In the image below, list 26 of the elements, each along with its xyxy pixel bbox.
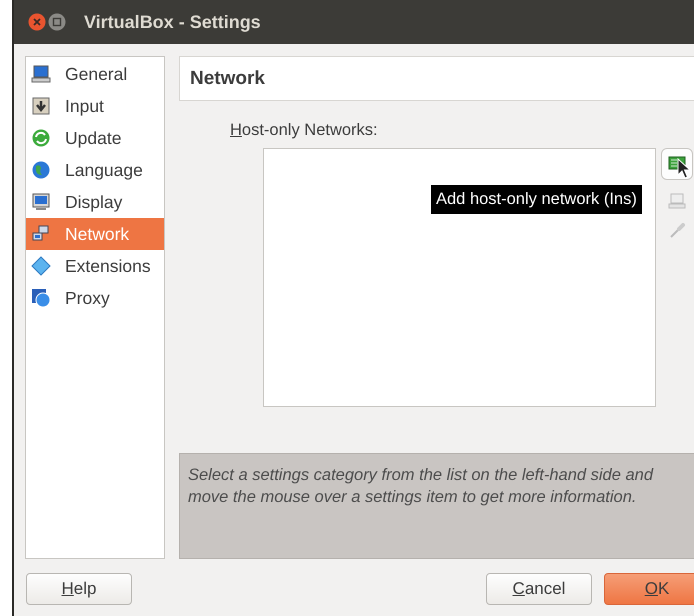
sidebar-item[interactable]: Extensions (26, 250, 164, 282)
info-text: Select a settings category from the list on the left-hand side and move the mouse over a settings item to get more information. (188, 465, 654, 508)
maximize-icon[interactable] (48, 13, 66, 31)
laptop-icon (31, 64, 51, 84)
sidebar-item[interactable]: Proxy (26, 282, 164, 314)
sidebar-item[interactable]: General (26, 58, 164, 90)
sidebar-item[interactable]: Display (26, 186, 164, 218)
help-button[interactable]: Help (26, 573, 132, 605)
cancel-button[interactable]: Cancel (486, 573, 592, 605)
download-box-icon (31, 96, 51, 116)
ok-button[interactable]: OK (604, 573, 694, 605)
sidebar-item[interactable]: Language (26, 154, 164, 186)
window-title: VirtualBox - Settings (84, 12, 261, 32)
network-list[interactable] (263, 148, 656, 407)
refresh-icon (31, 128, 51, 148)
close-icon[interactable] (28, 13, 46, 31)
proxy-icon (31, 288, 51, 308)
tooltip: Add host-only network (Ins) (431, 185, 642, 214)
monitor-icon (31, 192, 51, 212)
sidebar-item[interactable]: Update (26, 122, 164, 154)
diamond-icon (31, 256, 51, 276)
networks-label: Host-only Networks: (230, 121, 378, 140)
sidebar-item[interactable]: Input (26, 90, 164, 122)
mouse-pointer-icon (677, 158, 691, 180)
globe-icon (31, 160, 51, 180)
page-title: Network (190, 68, 265, 90)
